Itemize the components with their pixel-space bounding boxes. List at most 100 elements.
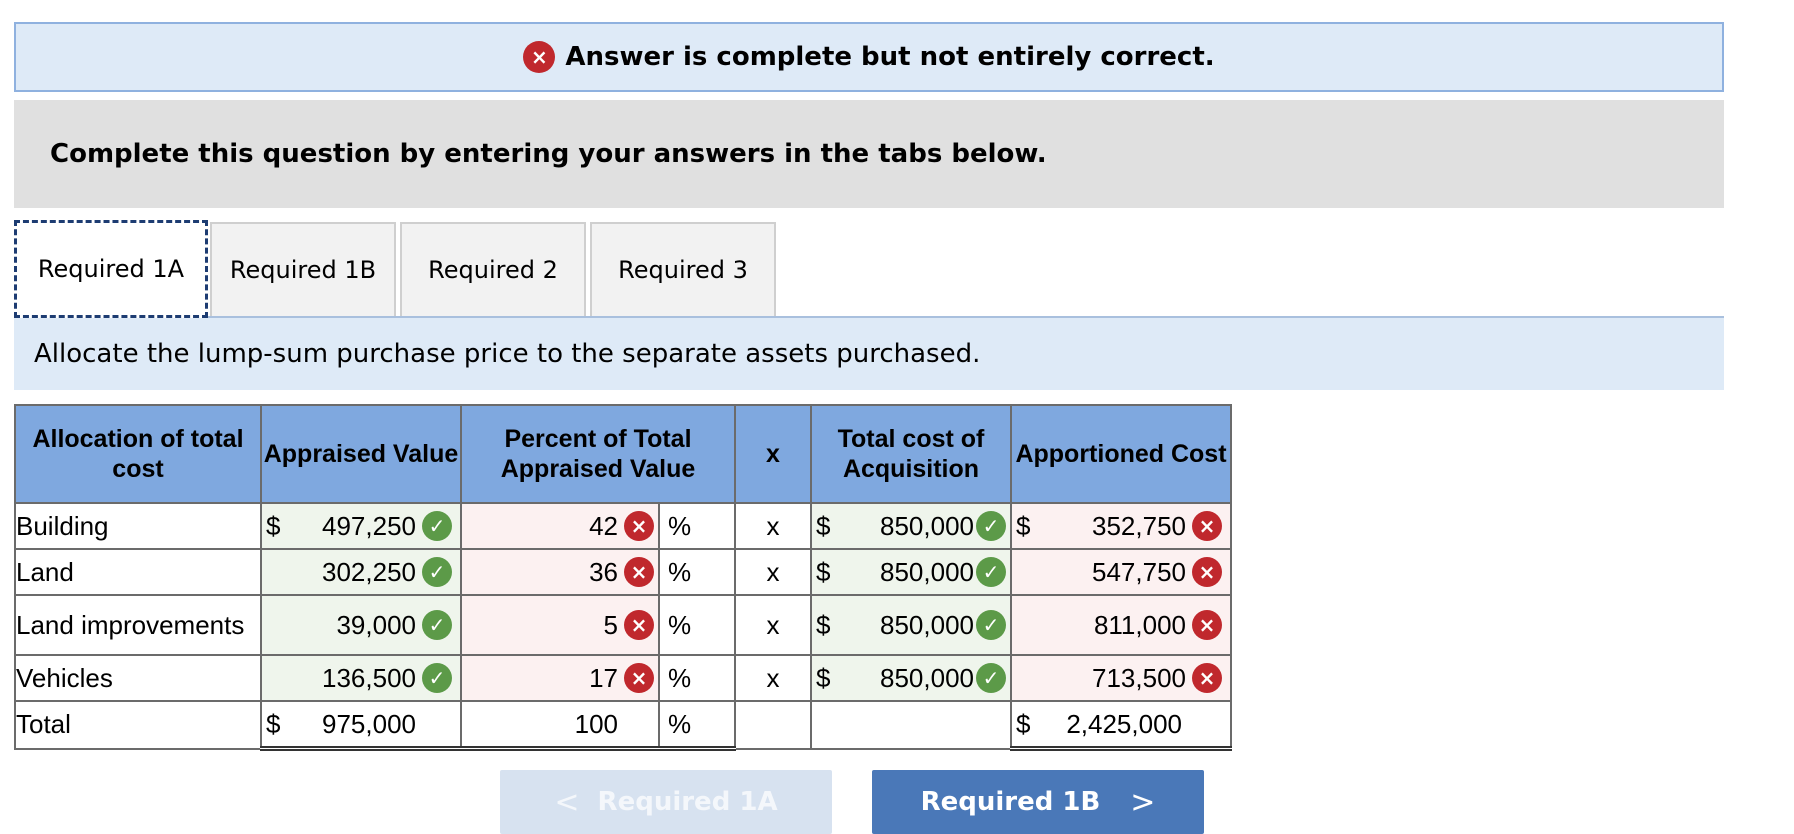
percent-cell[interactable]: 17 × — [460, 654, 660, 702]
cost-value: 850,000 — [880, 510, 974, 541]
multiply-sign: x — [734, 594, 812, 656]
table-row: Land 302,250 ✓ 36 × % x $850,000 ✓ 547,750 × — [14, 548, 1232, 596]
cost-cell[interactable]: $850,000 ✓ — [810, 654, 1012, 702]
header-total-cost: Total cost of Acquisition — [810, 404, 1012, 504]
chevron-left-icon: < — [554, 784, 580, 820]
correct-icon: ✓ — [422, 663, 452, 693]
multiply-sign: x — [734, 502, 812, 550]
apportioned-value: 547,750 — [1092, 556, 1186, 587]
dollar-sign: $ — [266, 708, 281, 739]
total-percent-cell: 100 — [460, 700, 660, 751]
cost-cell[interactable]: $850,000 ✓ — [810, 548, 1012, 596]
dollar-sign: $ — [816, 662, 831, 693]
instruction-bar: Complete this question by entering your … — [14, 100, 1724, 208]
table-row: Land improvements 39,000 ✓ 5 × % x $850,00… — [14, 594, 1232, 656]
appraised-value: 39,000 — [336, 609, 416, 640]
total-percent-value: 100 — [574, 708, 618, 739]
correct-icon: ✓ — [976, 511, 1006, 541]
percent-value: 42 — [589, 510, 618, 541]
apportioned-cell[interactable]: $352,750 × — [1010, 502, 1232, 550]
incorrect-icon: × — [1192, 557, 1222, 587]
row-label: Land improvements — [14, 594, 262, 656]
incorrect-icon: × — [624, 557, 654, 587]
percent-value: 17 — [589, 662, 618, 693]
appraised-value: 302,250 — [322, 556, 416, 587]
appraised-cell[interactable]: $497,250 ✓ — [260, 502, 462, 550]
tab-required-3[interactable]: Required 3 — [590, 222, 776, 316]
total-apportioned-value: 2,425,000 — [1066, 708, 1182, 739]
appraised-cell[interactable]: 39,000 ✓ — [260, 594, 462, 656]
dollar-sign: $ — [816, 510, 831, 541]
tab-required-2[interactable]: Required 2 — [400, 222, 586, 316]
chevron-right-icon: > — [1130, 784, 1156, 820]
percent-cell[interactable]: 5 × — [460, 594, 660, 656]
allocation-table: Allocation of total cost Appraised Value… — [14, 404, 1232, 751]
percent-sign: % — [668, 708, 692, 739]
total-apportioned-cell: $2,425,000 — [1010, 700, 1232, 751]
percent-sign-cell: % — [658, 502, 736, 550]
apportioned-cell[interactable]: 547,750 × — [1010, 548, 1232, 596]
appraised-cell[interactable]: 302,250 ✓ — [260, 548, 462, 596]
apportioned-value: 811,000 — [1093, 609, 1186, 640]
percent-cell[interactable]: 42 × — [460, 502, 660, 550]
header-percent: Percent of Total Appraised Value — [460, 404, 736, 504]
row-label: Land — [14, 548, 262, 596]
percent-value: 5 — [603, 609, 618, 640]
cost-value: 850,000 — [880, 662, 974, 693]
tab-required-1a[interactable]: Required 1A — [14, 220, 208, 318]
apportioned-cell[interactable]: 811,000 × — [1010, 594, 1232, 656]
cost-cell[interactable]: $850,000 ✓ — [810, 502, 1012, 550]
prompt-text: Allocate the lump-sum purchase price to … — [34, 339, 981, 369]
incorrect-icon: × — [1192, 610, 1222, 640]
instruction-text: Complete this question by entering your … — [50, 139, 1047, 169]
correct-icon: ✓ — [976, 663, 1006, 693]
empty-cell — [810, 700, 1012, 750]
multiply-sign: x — [734, 548, 812, 596]
multiply-sign: x — [734, 654, 812, 702]
percent-sign-cell: % — [658, 700, 736, 751]
percent-sign-cell: % — [658, 594, 736, 656]
apportioned-value: 713,500 — [1092, 662, 1186, 693]
cost-cell[interactable]: $850,000 ✓ — [810, 594, 1012, 656]
dollar-sign: $ — [1016, 708, 1031, 739]
header-appraised: Appraised Value — [260, 404, 462, 504]
tab-required-1b[interactable]: Required 1B — [210, 222, 396, 316]
correct-icon: ✓ — [976, 610, 1006, 640]
incorrect-icon: × — [624, 610, 654, 640]
table-header-row: Allocation of total cost Appraised Value… — [14, 404, 1232, 504]
percent-value: 36 — [589, 556, 618, 587]
dollar-sign: $ — [266, 510, 281, 541]
table-row: Building $497,250 ✓ 42 × % x $850,000 ✓ $35… — [14, 502, 1232, 550]
prev-button[interactable]: < Required 1A — [500, 770, 832, 834]
appraised-cell[interactable]: 136,500 ✓ — [260, 654, 462, 702]
total-label: Total — [14, 700, 262, 750]
header-apportioned: Apportioned Cost — [1010, 404, 1232, 504]
cost-value: 850,000 — [880, 609, 974, 640]
next-button-label: Required 1B — [920, 787, 1101, 817]
empty-cell — [734, 700, 812, 750]
correct-icon: ✓ — [422, 511, 452, 541]
next-button[interactable]: Required 1B > — [872, 770, 1204, 834]
result-banner-text: Answer is complete but not entirely corr… — [565, 42, 1215, 72]
header-allocation: Allocation of total cost — [14, 404, 262, 504]
correct-icon: ✓ — [976, 557, 1006, 587]
row-label: Vehicles — [14, 654, 262, 702]
correct-icon: ✓ — [422, 557, 452, 587]
percent-cell[interactable]: 36 × — [460, 548, 660, 596]
percent-sign: % — [668, 510, 692, 541]
percent-sign-cell: % — [658, 548, 736, 596]
percent-sign: % — [668, 556, 692, 587]
incorrect-icon: × — [1192, 663, 1222, 693]
correct-icon: ✓ — [422, 610, 452, 640]
incorrect-icon: × — [523, 41, 556, 73]
dollar-sign: $ — [1016, 510, 1031, 541]
row-label: Building — [14, 502, 262, 550]
incorrect-icon: × — [624, 511, 654, 541]
dollar-sign: $ — [816, 609, 831, 640]
cost-value: 850,000 — [880, 556, 974, 587]
apportioned-cell[interactable]: 713,500 × — [1010, 654, 1232, 702]
percent-sign-cell: % — [658, 654, 736, 702]
incorrect-icon: × — [624, 663, 654, 693]
dollar-sign: $ — [816, 556, 831, 587]
result-banner: × Answer is complete but not entirely co… — [14, 22, 1724, 92]
